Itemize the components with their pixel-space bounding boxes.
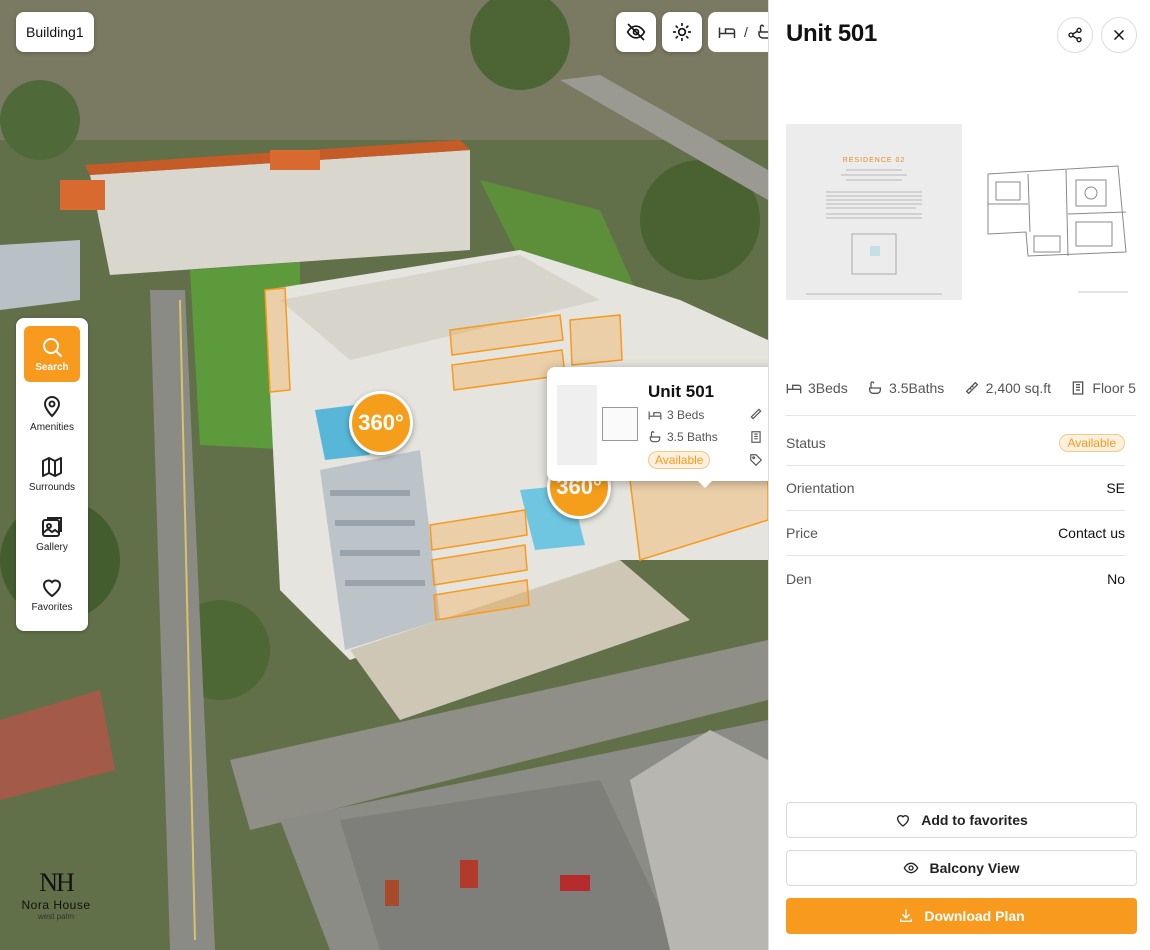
popup-unit-title: Unit 501 — [648, 382, 715, 401]
close-button[interactable] — [1101, 17, 1137, 53]
aerial-scene-view[interactable]: Building1 / Search Amenities Surrounds G… — [0, 0, 768, 950]
share-icon — [1068, 27, 1082, 43]
download-icon — [900, 909, 913, 922]
search-icon — [43, 338, 62, 357]
location-pin-icon — [43, 396, 61, 418]
unit-detail-panel: Unit 501 RESIDENCE 02 3Beds 3.5Baths 2,4… — [768, 0, 1150, 950]
daylight-toggle-button[interactable] — [662, 12, 702, 52]
popup-beds-text: 3 Beds — [667, 408, 705, 422]
property-row-orientation: Orientation SE — [786, 466, 1125, 511]
property-key: Den — [786, 570, 812, 587]
nav-gallery-label: Gallery — [36, 542, 68, 553]
building-icon — [1073, 381, 1084, 395]
logo-subtitle: west palm — [37, 912, 74, 921]
unit-floorplan-thumbnail — [602, 407, 638, 441]
balcony-view-label: Balcony View — [929, 860, 1020, 876]
building-selector[interactable]: Building1 — [16, 12, 94, 52]
spec-area-text: 2,400 sq.ft — [985, 380, 1052, 396]
property-key: Status — [786, 435, 826, 451]
nav-gallery[interactable]: Gallery — [24, 506, 80, 562]
nav-amenities[interactable]: Amenities — [24, 386, 80, 442]
sun-icon — [672, 22, 692, 42]
logo-mark: NH — [39, 868, 75, 897]
property-row-price: Price Contact us — [786, 511, 1125, 556]
building-label: Building1 — [26, 24, 84, 40]
add-to-favorites-label: Add to favorites — [921, 812, 1028, 828]
property-key: Price — [786, 525, 818, 541]
ruler-icon — [965, 381, 978, 395]
gallery-icon — [42, 517, 62, 537]
floorplan-brochure-page: RESIDENCE 02 — [786, 124, 962, 300]
floorplan-lines — [987, 165, 1128, 293]
close-icon — [1114, 30, 1124, 40]
heart-icon — [897, 815, 910, 827]
download-plan-label: Download Plan — [924, 908, 1025, 924]
popup-baths: 3.5 Baths — [648, 430, 718, 444]
nav-surrounds-label: Surrounds — [28, 482, 76, 493]
popup-pointer — [697, 480, 713, 488]
spec-baths: 3.5Baths — [867, 380, 944, 396]
spec-area: 2,400 sq.ft — [964, 380, 1051, 396]
spec-beds-text: 3Beds — [808, 380, 848, 396]
share-button[interactable] — [1057, 17, 1093, 53]
eye-off-icon — [626, 23, 646, 41]
bed-icon — [786, 384, 802, 394]
view-360-label: 360° — [358, 410, 404, 435]
side-navigation: Search Amenities Surrounds Gallery Favor… — [16, 318, 88, 631]
bed-icon — [648, 411, 662, 420]
nav-search-label: Search — [35, 362, 69, 373]
floorplan-image[interactable]: RESIDENCE 02 — [786, 124, 1136, 300]
property-value: Contact us — [1058, 525, 1125, 541]
property-row-den: Den No — [786, 556, 1125, 601]
bath-icon — [758, 24, 768, 39]
unit-specs-row: 3Beds 3.5Baths 2,400 sq.ft Floor 5 — [786, 380, 1136, 416]
ruler-icon — [750, 408, 762, 420]
bath-icon — [649, 431, 661, 443]
bed-icon — [718, 27, 736, 38]
spec-floor-text: Floor 5 — [1092, 380, 1136, 396]
popup-baths-text: 3.5 Baths — [667, 430, 718, 444]
brochure-text-lines — [806, 169, 942, 295]
property-value: No — [1107, 570, 1125, 587]
view-360-button[interactable]: 360° — [349, 391, 413, 455]
heart-icon — [42, 579, 62, 598]
balcony-view-button[interactable]: Balcony View — [786, 850, 1137, 886]
logo-name: Nora House — [21, 898, 91, 912]
unit-popup-card[interactable]: Unit 501 3 Beds 3.5 Baths Available — [547, 367, 768, 488]
nav-favorites[interactable]: Favorites — [24, 566, 80, 622]
download-plan-button[interactable]: Download Plan — [786, 898, 1137, 934]
nav-amenities-label: Amenities — [30, 422, 74, 433]
floorplan-drawing — [968, 124, 1136, 300]
spec-baths-text: 3.5Baths — [889, 380, 945, 396]
nav-search[interactable]: Search — [24, 326, 80, 382]
unit-title: Unit 501 — [786, 20, 877, 47]
property-row-status: Status Available — [786, 421, 1125, 466]
property-value: SE — [1106, 480, 1125, 496]
property-key: Orientation — [786, 480, 855, 496]
toggle-visibility-button[interactable] — [616, 12, 656, 52]
unit-brochure-thumbnail — [557, 385, 597, 465]
popup-status-badge: Available — [648, 451, 711, 469]
add-to-favorites-button[interactable]: Add to favorites — [786, 802, 1137, 838]
unit-filter-bar[interactable]: / — [708, 12, 768, 52]
popup-beds: 3 Beds — [648, 408, 704, 422]
nav-surrounds[interactable]: Surrounds — [24, 446, 80, 502]
spec-floor: Floor 5 — [1070, 380, 1136, 396]
spec-beds: 3Beds — [786, 380, 848, 396]
price-tag-icon — [750, 454, 763, 467]
nav-favorites-label: Favorites — [31, 602, 73, 613]
brand-logo: NH Nora House west palm — [16, 868, 96, 921]
filter-separator: / — [744, 24, 748, 40]
bath-icon — [869, 381, 882, 394]
eye-icon — [904, 862, 919, 874]
status-badge: Available — [1058, 434, 1125, 452]
map-icon — [42, 457, 62, 477]
building-icon — [751, 431, 761, 443]
